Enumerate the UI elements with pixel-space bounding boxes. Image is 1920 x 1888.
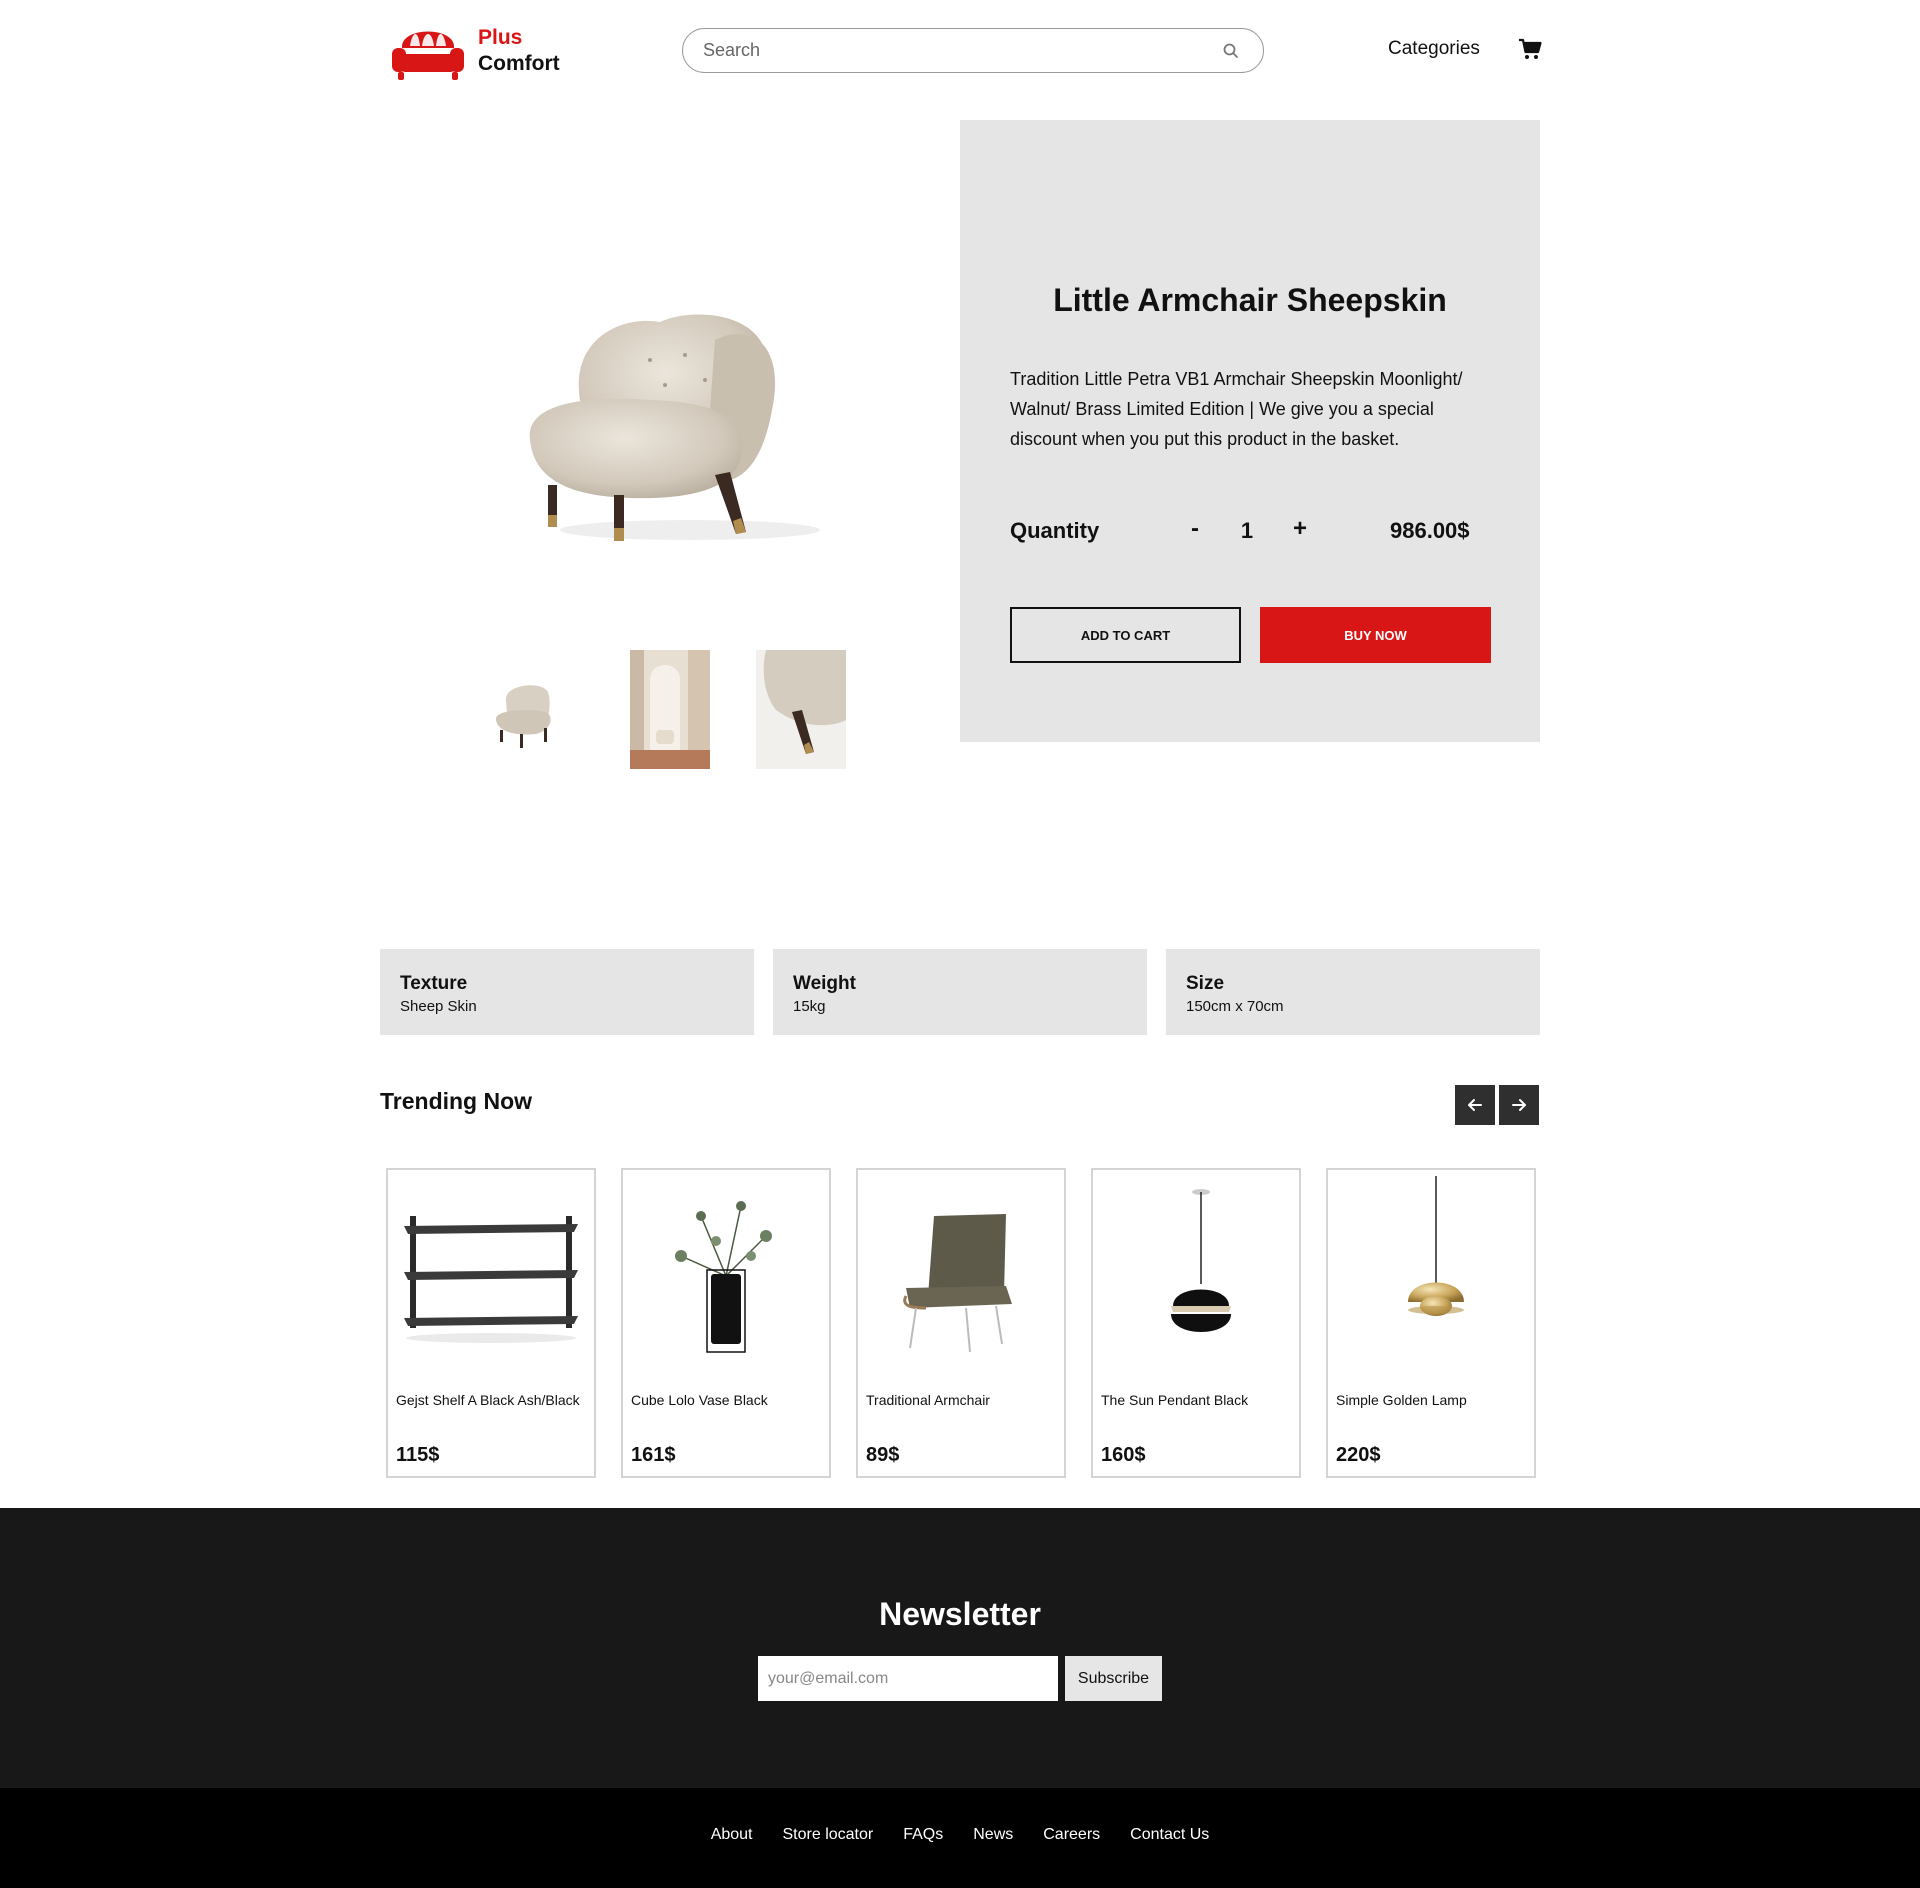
spec-value: 15kg <box>793 998 826 1015</box>
quantity-value: 1 <box>1240 518 1254 543</box>
arrow-right-icon <box>1512 1099 1526 1111</box>
arrow-left-icon <box>1468 1099 1482 1111</box>
site-footer: About Store locator FAQs News Careers Co… <box>0 1788 1920 1888</box>
brand-line2: Comfort <box>478 52 560 75</box>
armchair-image-icon <box>903 1214 1012 1353</box>
product-title: Little Armchair Sheepskin <box>1053 282 1447 318</box>
spec-value: Sheep Skin <box>400 998 477 1015</box>
spec-title: Texture <box>400 973 468 994</box>
product-card-price: 160$ <box>1101 1444 1146 1466</box>
brand-logo[interactable]: Plus Comfort <box>388 18 560 84</box>
footer-link-careers[interactable]: Careers <box>1043 1826 1100 1844</box>
product-card-name: Traditional Armchair <box>866 1392 990 1408</box>
golden-lamp-image-icon <box>1408 1176 1464 1316</box>
armchair-thumbnail-icon <box>495 685 551 748</box>
product-card-name: Cube Lolo Vase Black <box>631 1392 768 1408</box>
product-price: 986.00$ <box>1390 518 1470 543</box>
spec-title: Weight <box>793 973 856 994</box>
thumbnail-1[interactable] <box>486 650 566 769</box>
spec-title: Size <box>1186 973 1225 994</box>
footer-link-news[interactable]: News <box>973 1826 1013 1844</box>
spec-value: 150cm x 70cm <box>1186 998 1284 1015</box>
newsletter-email-input[interactable] <box>758 1656 1058 1701</box>
product-card-name: Gejst Shelf A Black Ash/Black <box>396 1392 580 1408</box>
spec-card-size: Size 150cm x 70cm <box>1166 949 1540 1035</box>
product-info-panel: Little Armchair Sheepskin Tradition Litt… <box>960 120 1540 742</box>
spec-card-weight: Weight 15kg <box>773 949 1147 1035</box>
search-bar <box>682 28 1264 73</box>
product-card-name: Simple Golden Lamp <box>1336 1392 1467 1408</box>
product-card[interactable]: The Sun Pendant Black 160$ <box>1091 1168 1301 1478</box>
cart-icon[interactable] <box>1518 37 1542 61</box>
categories-link[interactable]: Categories <box>1388 38 1480 60</box>
trending-title: Trending Now <box>380 1088 533 1114</box>
footer-nav: About Store locator FAQs News Careers Co… <box>0 1826 1920 1844</box>
thumbnail-3[interactable] <box>756 650 846 769</box>
product-card[interactable]: Gejst Shelf A Black Ash/Black 115$ <box>386 1168 596 1478</box>
newsletter-title: Newsletter <box>879 1596 1041 1632</box>
product-card-price: 161$ <box>631 1444 676 1466</box>
carousel-prev-button[interactable] <box>1455 1085 1495 1125</box>
product-card[interactable]: Cube Lolo Vase Black 161$ <box>621 1168 831 1478</box>
chair-detail-thumbnail-icon <box>763 650 846 754</box>
product-card-name: The Sun Pendant Black <box>1101 1392 1249 1408</box>
product-card-price: 115$ <box>396 1444 440 1466</box>
carousel-next-button[interactable] <box>1499 1085 1539 1125</box>
vase-image-icon <box>675 1201 772 1353</box>
search-input[interactable] <box>703 37 1183 64</box>
footer-link-about[interactable]: About <box>711 1826 753 1844</box>
footer-link-faqs[interactable]: FAQs <box>903 1826 943 1844</box>
add-to-cart-button[interactable]: ADD TO CART <box>1010 607 1241 663</box>
product-card-price: 89$ <box>866 1444 900 1466</box>
product-main-image <box>529 314 820 541</box>
product-card[interactable]: Simple Golden Lamp 220$ <box>1326 1168 1536 1478</box>
subscribe-button[interactable]: Subscribe <box>1065 1656 1162 1701</box>
spec-card-texture: Texture Sheep Skin <box>380 949 754 1035</box>
product-card-price: 220$ <box>1336 1444 1381 1466</box>
search-icon[interactable] <box>1221 41 1241 61</box>
buy-now-button[interactable]: BUY NOW <box>1260 607 1491 663</box>
product-card[interactable]: Traditional Armchair 89$ <box>856 1168 1066 1478</box>
room-scene-thumbnail-icon <box>630 650 710 769</box>
armchair-logo-icon <box>392 31 464 80</box>
site-header: Plus Comfort Categories <box>0 0 1920 100</box>
shelf-image-icon <box>404 1216 578 1343</box>
quantity-decrease-button[interactable]: - <box>1180 514 1210 544</box>
brand-line1: Plus <box>478 26 523 49</box>
newsletter-section: Newsletter Subscribe <box>0 1508 1920 1788</box>
quantity-increase-button[interactable]: + <box>1285 514 1315 544</box>
brand-name: Plus Comfort <box>478 25 560 77</box>
footer-link-store-locator[interactable]: Store locator <box>783 1826 874 1844</box>
footer-link-contact-us[interactable]: Contact Us <box>1130 1826 1209 1844</box>
pendant-lamp-image-icon <box>1171 1189 1231 1332</box>
thumbnail-2[interactable] <box>630 650 710 769</box>
product-description: Tradition Little Petra VB1 Armchair Shee… <box>1010 369 1463 449</box>
quantity-label: Quantity <box>1010 518 1100 543</box>
